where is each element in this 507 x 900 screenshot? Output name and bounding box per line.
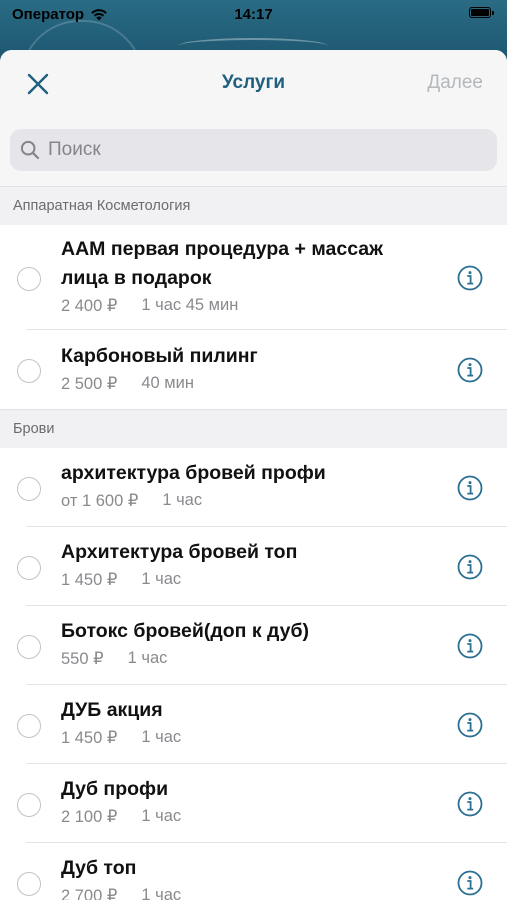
select-radio[interactable] <box>17 714 41 738</box>
search-input[interactable] <box>46 138 450 162</box>
service-price: 2 100 ₽ <box>61 808 118 826</box>
search-field[interactable] <box>10 129 497 171</box>
services-sheet: Услуги Далее Аппаратная Косметология ААМ… <box>0 50 507 900</box>
service-meta: 2 400 ₽ 1 час 45 мин <box>61 296 238 316</box>
info-icon[interactable] <box>457 554 483 580</box>
info-icon[interactable] <box>457 265 483 291</box>
service-price: от 1 600 ₽ <box>61 492 139 510</box>
info-icon[interactable] <box>457 791 483 817</box>
service-name: архитектура бровей профи <box>61 462 326 484</box>
service-price: 2 500 ₽ <box>61 375 118 393</box>
service-price: 2 400 ₽ <box>61 297 118 315</box>
service-name: Карбоновый пилинг <box>61 345 258 367</box>
service-price: 1 450 ₽ <box>61 571 118 589</box>
service-duration: 1 час <box>162 491 203 509</box>
search-bar <box>0 118 507 186</box>
service-name: Дуб топ <box>61 857 137 879</box>
list-item[interactable]: Дуб топ 2 700 ₽ 1 час <box>0 843 507 900</box>
list-item[interactable]: архитектура бровей профи от 1 600 ₽ 1 ча… <box>0 448 507 527</box>
next-button[interactable]: Далее <box>427 72 483 94</box>
service-meta: 550 ₽ 1 час <box>61 649 167 669</box>
service-meta: от 1 600 ₽ 1 час <box>61 491 202 511</box>
service-name: Архитектура бровей топ <box>61 541 298 563</box>
service-duration: 1 час 45 мин <box>141 296 239 314</box>
select-radio[interactable] <box>17 635 41 659</box>
service-meta: 1 450 ₽ 1 час <box>61 570 181 590</box>
service-duration: 1 час <box>141 886 182 900</box>
service-duration: 1 час <box>141 807 182 825</box>
section-header: Аппаратная Косметология <box>0 186 507 225</box>
section-header: Брови <box>0 409 507 448</box>
service-meta: 2 100 ₽ 1 час <box>61 807 181 827</box>
info-icon[interactable] <box>457 633 483 659</box>
service-duration: 1 час <box>127 649 168 667</box>
status-time: 14:17 <box>234 6 273 23</box>
select-radio[interactable] <box>17 477 41 501</box>
search-icon <box>20 140 40 160</box>
service-name: Ботокс бровей(доп к дуб) <box>61 620 309 642</box>
battery-icon <box>469 7 494 18</box>
service-duration: 40 мин <box>141 374 194 392</box>
list-item[interactable]: ДУБ акция 1 450 ₽ 1 час <box>0 685 507 764</box>
list-item[interactable]: Дуб профи 2 100 ₽ 1 час <box>0 764 507 843</box>
service-name: ДУБ акция <box>61 699 163 721</box>
service-price: 2 700 ₽ <box>61 887 118 900</box>
service-price: 550 ₽ <box>61 650 104 668</box>
service-duration: 1 час <box>141 570 182 588</box>
info-icon[interactable] <box>457 870 483 896</box>
service-meta: 2 700 ₽ 1 час <box>61 886 181 900</box>
service-name: ААМ первая процедура + массаж лица в под… <box>61 238 383 289</box>
service-meta: 1 450 ₽ 1 час <box>61 728 181 748</box>
service-name: Дуб профи <box>61 778 169 800</box>
info-icon[interactable] <box>457 357 483 383</box>
info-icon[interactable] <box>457 712 483 738</box>
list-item[interactable]: ААМ первая процедура + массаж лица в под… <box>0 225 507 330</box>
service-duration: 1 час <box>141 728 182 746</box>
select-radio[interactable] <box>17 556 41 580</box>
list-item[interactable]: Архитектура бровей топ 1 450 ₽ 1 час <box>0 527 507 606</box>
service-price: 1 450 ₽ <box>61 729 118 747</box>
select-radio[interactable] <box>17 359 41 383</box>
service-meta: 2 500 ₽ 40 мин <box>61 374 194 394</box>
list-item[interactable]: Карбоновый пилинг 2 500 ₽ 40 мин <box>0 330 507 409</box>
list-item[interactable]: Ботокс бровей(доп к дуб) 550 ₽ 1 час <box>0 606 507 685</box>
select-radio[interactable] <box>17 793 41 817</box>
info-icon[interactable] <box>457 475 483 501</box>
status-bar: Оператор 14:17 <box>0 0 507 30</box>
select-radio[interactable] <box>17 872 41 896</box>
select-radio[interactable] <box>17 267 41 291</box>
nav-bar: Услуги Далее <box>0 50 507 118</box>
